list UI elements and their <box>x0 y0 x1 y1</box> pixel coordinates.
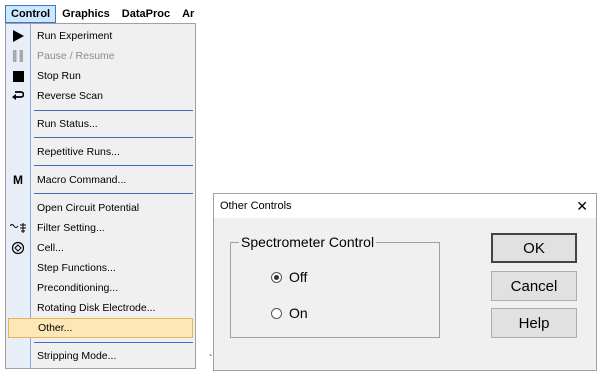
menu-item-label: Cell... <box>37 242 64 254</box>
menu-analysis[interactable]: Ar <box>176 5 197 23</box>
menu-separator <box>34 110 193 111</box>
other-controls-dialog: Other Controls ✕ Spectrometer Control Of… <box>213 193 597 371</box>
menu-item-preconditioning[interactable]: Preconditioning... <box>6 278 195 298</box>
radio-unselected-icon <box>271 307 282 319</box>
menu-separator <box>34 342 193 343</box>
menu-separator <box>34 193 193 194</box>
cancel-button[interactable]: Cancel <box>491 271 577 301</box>
menu-item-cell[interactable]: Cell... <box>6 238 195 258</box>
spectrometer-control-group: Spectrometer Control Off On <box>230 234 440 338</box>
radio-on[interactable]: On <box>271 305 308 321</box>
menu-item-label: Stop Run <box>37 70 81 82</box>
pause-icon <box>10 48 26 64</box>
menu-item-step-functions[interactable]: Step Functions... <box>6 258 195 278</box>
menu-control[interactable]: Control <box>5 5 57 23</box>
menu-graphics[interactable]: Graphics <box>56 5 116 23</box>
menu-item-label: Step Functions... <box>37 262 116 274</box>
menu-item-label: Other... <box>38 322 73 334</box>
stray-mark: ` <box>209 354 213 365</box>
menu-item-label: Run Status... <box>37 118 98 130</box>
menu-item-label: Run Experiment <box>37 30 113 42</box>
radio-label-off: Off <box>289 269 308 285</box>
radio-label-on: On <box>289 305 308 321</box>
close-icon[interactable]: ✕ <box>576 194 588 218</box>
group-title: Spectrometer Control <box>239 234 377 250</box>
menu-item-stripping-mode[interactable]: Stripping Mode... <box>6 346 195 366</box>
menu-item-label: Stripping Mode... <box>37 350 117 362</box>
menu-item-label: Repetitive Runs... <box>37 146 120 158</box>
menu-item-repetitive-runs[interactable]: Repetitive Runs... <box>6 142 195 162</box>
ok-button[interactable]: OK <box>491 233 577 263</box>
macro-m-icon: M <box>13 173 23 187</box>
stop-icon <box>10 68 26 84</box>
menu-item-label: Macro Command... <box>37 174 127 186</box>
menu-item-label: Pause / Resume <box>37 50 115 62</box>
filter-wave-icon <box>10 220 26 236</box>
menu-item-pause-resume[interactable]: Pause / Resume <box>6 46 195 66</box>
menu-item-label: Rotating Disk Electrode... <box>37 302 156 314</box>
menu-separator <box>34 137 193 138</box>
radio-off[interactable]: Off <box>271 269 307 285</box>
dialog-title-bar: Other Controls ✕ <box>214 194 596 218</box>
help-button[interactable]: Help <box>491 308 577 338</box>
menu-item-label: Open Circuit Potential <box>37 202 140 214</box>
menu-bar: Control Graphics DataProc Ar <box>5 5 197 23</box>
cell-icon <box>10 240 26 256</box>
menu-item-macro-command[interactable]: M Macro Command... <box>6 170 195 190</box>
menu-dataproc[interactable]: DataProc <box>116 5 176 23</box>
menu-item-rotating-disk-electrode[interactable]: Rotating Disk Electrode... <box>6 298 195 318</box>
radio-selected-icon <box>271 271 282 283</box>
dialog-title: Other Controls <box>220 200 292 212</box>
reverse-arrow-icon <box>10 88 26 104</box>
play-icon <box>10 28 26 44</box>
menu-item-run-status[interactable]: Run Status... <box>6 114 195 134</box>
menu-item-stop-run[interactable]: Stop Run <box>6 66 195 86</box>
control-menu-dropdown: Run Experiment Pause / Resume Stop Run R… <box>5 23 196 369</box>
menu-separator <box>34 165 193 166</box>
menu-item-label: Reverse Scan <box>37 90 103 102</box>
menu-item-run-experiment[interactable]: Run Experiment <box>6 26 195 46</box>
menu-item-filter-setting[interactable]: Filter Setting... <box>6 218 195 238</box>
menu-item-label: Preconditioning... <box>37 282 119 294</box>
menu-item-reverse-scan[interactable]: Reverse Scan <box>6 86 195 106</box>
menu-item-other[interactable]: Other... <box>8 318 193 338</box>
menu-item-open-circuit-potential[interactable]: Open Circuit Potential <box>6 198 195 218</box>
menu-item-label: Filter Setting... <box>37 222 105 234</box>
